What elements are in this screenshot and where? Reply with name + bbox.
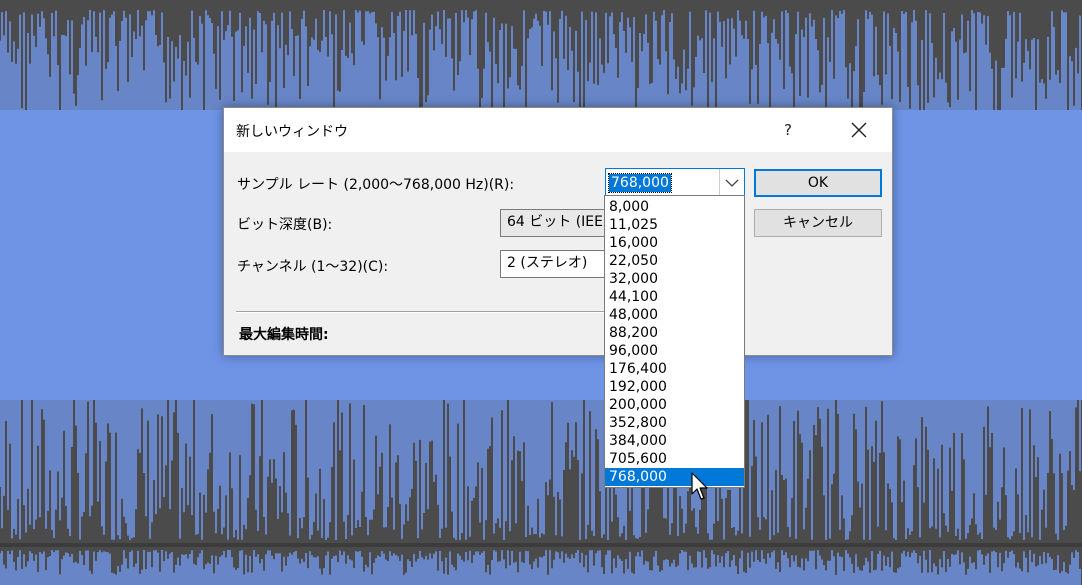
mouse-pointer-icon [691, 472, 708, 500]
channels-combobox[interactable]: 2 (ステレオ) [500, 250, 610, 278]
sample-rate-label: サンプル レート (2,000〜768,000 Hz)(R): [237, 177, 515, 193]
dropdown-option[interactable]: 176,400 [605, 360, 744, 378]
sample-rate-combobox[interactable]: 768,000 [605, 168, 745, 197]
sample-rate-dropdown-list[interactable]: 8,000 11,025 16,000 22,050 32,000 44,100 48,00… [604, 195, 745, 488]
bit-depth-label: ビット深度(B): [237, 217, 333, 233]
ok-button[interactable]: OK [754, 169, 882, 197]
channels-label: チャンネル (1〜32)(C): [237, 259, 389, 275]
dropdown-option[interactable]: 88,200 [605, 324, 744, 342]
new-window-dialog: 新しいウィンドウ ? サンプル レート (2,000〜768,000 Hz)(R… [223, 107, 893, 356]
dropdown-option[interactable]: 192,000 [605, 378, 744, 396]
dialog-divider [236, 311, 606, 313]
sample-rate-dropdown-button[interactable] [719, 169, 744, 196]
help-button[interactable]: ? [777, 118, 799, 142]
dropdown-option[interactable]: 32,000 [605, 270, 744, 288]
dropdown-option[interactable]: 16,000 [605, 234, 744, 252]
dialog-title: 新しいウィンドウ [236, 124, 348, 140]
dropdown-option[interactable]: 705,600 [605, 450, 744, 468]
dropdown-option[interactable]: 11,025 [605, 216, 744, 234]
max-edit-time-label: 最大編集時間: [239, 327, 329, 343]
dropdown-option[interactable]: 352,800 [605, 414, 744, 432]
dropdown-option[interactable]: 44,100 [605, 288, 744, 306]
audio-editor-workspace: 新しいウィンドウ ? サンプル レート (2,000〜768,000 Hz)(R… [0, 0, 1082, 585]
dropdown-option[interactable]: 200,000 [605, 396, 744, 414]
dropdown-option[interactable]: 384,000 [605, 432, 744, 450]
dropdown-option[interactable]: 768,000 [605, 468, 744, 486]
close-button[interactable] [845, 118, 871, 142]
dialog-titlebar[interactable]: 新しいウィンドウ ? [224, 108, 892, 152]
sample-rate-value: 768,000 [608, 173, 672, 193]
close-icon [851, 122, 867, 138]
bit-depth-combobox[interactable]: 64 ビット (IEEE [500, 209, 610, 237]
cancel-button[interactable]: キャンセル [754, 209, 882, 237]
dropdown-option[interactable]: 96,000 [605, 342, 744, 360]
dropdown-option[interactable]: 48,000 [605, 306, 744, 324]
dropdown-option[interactable]: 8,000 [605, 198, 744, 216]
chevron-down-icon [725, 179, 739, 187]
dropdown-option[interactable]: 22,050 [605, 252, 744, 270]
